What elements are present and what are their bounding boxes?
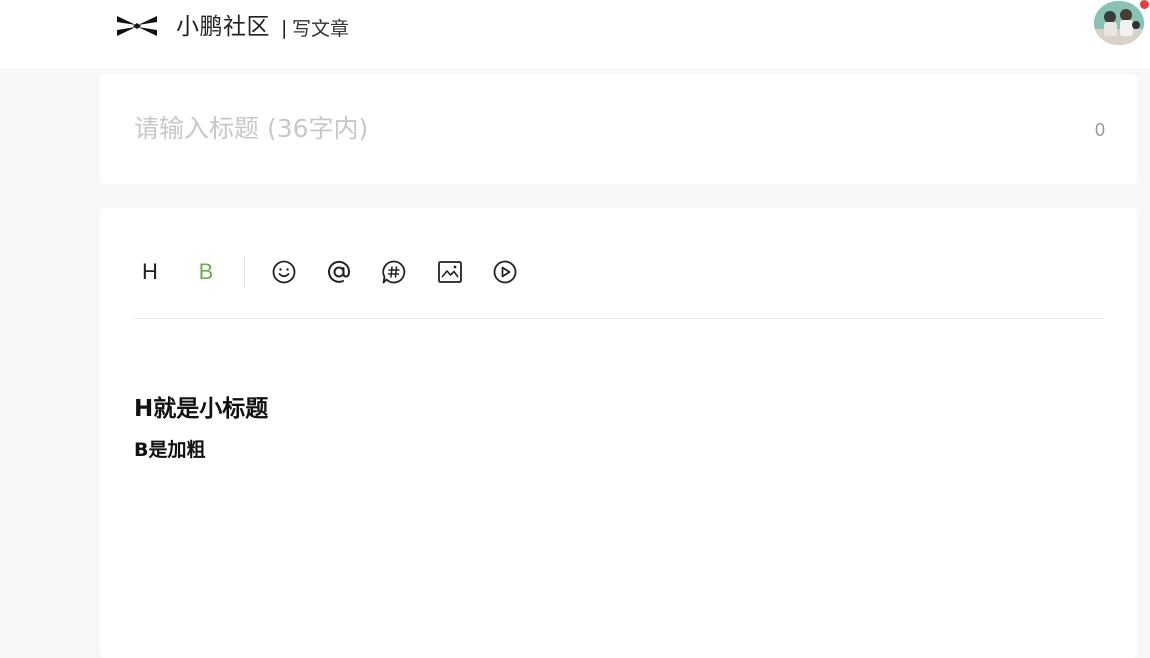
image-icon: [438, 261, 462, 283]
video-button[interactable]: [491, 254, 519, 290]
mention-icon: [328, 260, 351, 283]
heading-button[interactable]: H: [138, 254, 162, 290]
title-char-count: 0: [1094, 120, 1105, 140]
toolbar-divider: [244, 256, 245, 288]
title-card: 0: [100, 74, 1137, 184]
topic-icon: [382, 260, 406, 284]
content-heading[interactable]: H就是小标题: [134, 392, 1094, 426]
image-button[interactable]: [436, 254, 464, 290]
avatar-photo-icon: [1094, 1, 1144, 45]
topic-button[interactable]: [380, 254, 408, 290]
video-icon: [493, 260, 517, 284]
mention-button[interactable]: [325, 254, 353, 290]
bold-button[interactable]: B: [194, 254, 218, 290]
editor-toolbar: H B: [134, 254, 1104, 319]
xpeng-logo-icon[interactable]: [116, 13, 158, 39]
user-avatar[interactable]: [1094, 1, 1144, 45]
editor-card: H B H就是小标题 B是加粗: [100, 208, 1137, 658]
header-separator: |: [281, 17, 288, 39]
title-input[interactable]: [134, 108, 1034, 148]
page-title: 写文章: [292, 18, 350, 40]
top-navigation-bar: 小鹏社区 | 写文章: [0, 0, 1150, 68]
editor-content[interactable]: H就是小标题 B是加粗: [134, 392, 1094, 464]
notification-dot: [1140, 0, 1149, 9]
brand-name[interactable]: 小鹏社区: [176, 12, 270, 42]
emoji-button[interactable]: [270, 254, 298, 290]
content-bold-text[interactable]: B是加粗: [134, 436, 1094, 464]
emoji-icon: [272, 260, 296, 284]
